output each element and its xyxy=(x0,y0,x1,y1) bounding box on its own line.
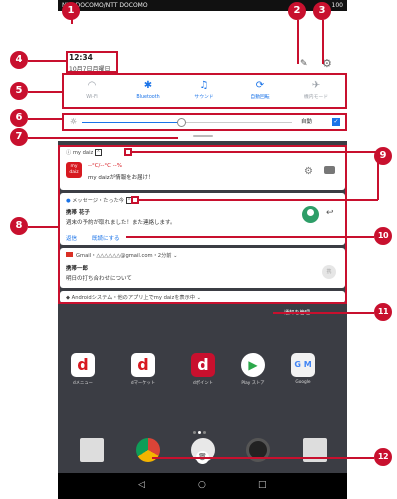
leader-line xyxy=(139,199,378,201)
leader-line xyxy=(126,236,374,238)
annotation-badge-7: 7 xyxy=(10,128,28,146)
annotation-box-notifications xyxy=(58,145,347,304)
leader-line xyxy=(273,312,374,314)
battery-level: 100 xyxy=(331,2,343,9)
annotation-badge-6: 6 xyxy=(10,109,28,127)
annotation-badge-5: 5 xyxy=(10,82,28,100)
annotation-box-brightness xyxy=(62,113,347,131)
annotation-box-datetime xyxy=(66,51,118,73)
google-folder-icon: G M xyxy=(291,353,315,377)
d-point-icon: d xyxy=(191,353,215,377)
leader-line xyxy=(152,457,374,459)
page-indicator xyxy=(192,419,214,434)
annotation-badge-2: 2 xyxy=(288,2,306,20)
app-google[interactable]: G M Google xyxy=(288,353,318,385)
leader-line xyxy=(28,137,178,139)
back-icon[interactable]: ◁ xyxy=(138,480,145,490)
leader-line xyxy=(297,20,299,64)
leader-line xyxy=(132,151,378,153)
annotation-badge-11: 11 xyxy=(374,303,392,321)
app-name: dメニュー xyxy=(73,381,93,386)
annotation-badge-3: 3 xyxy=(313,2,331,20)
app-name: Play ストア xyxy=(241,381,265,386)
app-dmarket[interactable]: d dマーケット xyxy=(128,353,158,386)
annotation-box-quick-settings xyxy=(62,73,347,109)
annotation-badge-12: 12 xyxy=(374,448,392,466)
shade-drag-handle[interactable] xyxy=(193,135,213,137)
apps-grid-icon[interactable] xyxy=(80,438,104,462)
play-icon: ▶ xyxy=(241,353,265,377)
annotation-badge-9: 9 xyxy=(374,147,392,165)
app-dmenu[interactable]: d dメニュー xyxy=(68,353,98,386)
app-playstore[interactable]: ▶ Play ストア xyxy=(238,353,268,386)
annotation-badge-10: 10 xyxy=(374,227,392,245)
leader-line xyxy=(28,118,62,120)
annotation-box-chevron xyxy=(124,148,132,156)
edit-icon[interactable]: ✎ xyxy=(300,59,308,69)
navigation-bar: ◁ ○ □ xyxy=(58,473,347,499)
annotation-badge-1: 1 xyxy=(62,2,80,20)
recents-icon[interactable]: □ xyxy=(258,480,267,490)
d-icon: d xyxy=(131,353,155,377)
d-icon: d xyxy=(71,353,95,377)
app-dpoint[interactable]: d dポイント xyxy=(188,353,218,386)
leader-line xyxy=(28,60,66,62)
leader-line xyxy=(28,226,58,228)
app-name: Google xyxy=(295,380,311,385)
annotation-badge-8: 8 xyxy=(10,217,28,235)
app-name: dポイント xyxy=(193,381,213,386)
annotation-badge-4: 4 xyxy=(10,51,28,69)
leader-line xyxy=(322,20,324,64)
leader-line xyxy=(28,91,62,93)
app-name: dマーケット xyxy=(130,381,156,386)
home-icon[interactable]: ○ xyxy=(198,480,206,490)
annotation-box-chevron xyxy=(131,196,139,204)
